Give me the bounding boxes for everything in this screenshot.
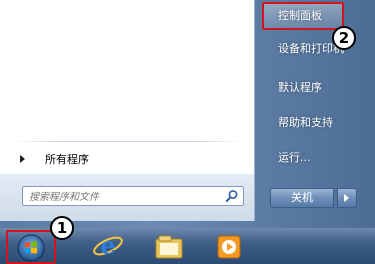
svg-text:e: e — [100, 231, 115, 260]
start-menu-left-pane: 所有程序 — [0, 0, 255, 221]
arrow-right-icon — [344, 194, 349, 202]
shutdown-button[interactable]: 关机 — [270, 188, 334, 208]
start-button[interactable] — [6, 230, 56, 264]
pinned-programs-area — [0, 0, 254, 140]
run-item[interactable]: 运行... — [262, 146, 354, 170]
windows-start-orb-icon — [17, 234, 45, 262]
help-and-support-item[interactable]: 帮助和支持 — [262, 111, 354, 135]
windows-explorer-icon[interactable] — [153, 230, 185, 262]
search-area — [0, 174, 254, 221]
search-input[interactable] — [27, 188, 221, 206]
callout-1: 1 — [50, 216, 74, 240]
shutdown-options-button[interactable] — [337, 188, 357, 208]
callout-2: 2 — [332, 26, 356, 50]
default-programs-item[interactable]: 默认程序 — [262, 76, 354, 100]
internet-explorer-icon[interactable]: e — [92, 230, 124, 262]
arrow-right-icon — [20, 155, 25, 163]
separator — [12, 141, 244, 142]
search-icon[interactable] — [225, 189, 239, 203]
control-panel-item[interactable]: 控制面板 — [262, 2, 344, 30]
search-box[interactable] — [22, 186, 244, 206]
all-programs-label: 所有程序 — [45, 153, 89, 166]
all-programs-button[interactable]: 所有程序 — [12, 149, 242, 169]
media-player-icon[interactable] — [214, 230, 246, 262]
